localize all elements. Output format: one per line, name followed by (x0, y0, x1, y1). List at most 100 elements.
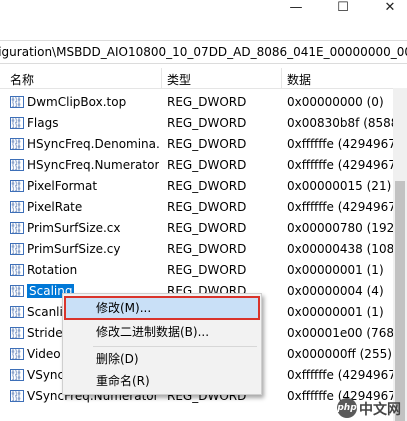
list-item[interactable]: 010 110 PrimSurfSize.cy REG_DWORD 0x00000438… (0, 239, 393, 260)
value-data: 0x00000780 (1920) (287, 221, 393, 235)
menu-item-label: 修改(M)... (96, 301, 152, 315)
watermark-logo: php 中文网 (337, 397, 403, 419)
value-type: REG_DWORD (167, 179, 247, 193)
value-data: 0x00000438 (1080) (287, 242, 393, 256)
scrollbar-thumb[interactable] (395, 181, 405, 421)
menu-item-delete[interactable]: 删除(D) (65, 348, 259, 370)
value-name-text: Scanli (27, 305, 63, 319)
value-name: PixelRate (27, 199, 159, 215)
svg-text:110: 110 (12, 355, 21, 361)
value-name-text: Stride (27, 326, 63, 340)
value-data: 0x00000001 (1) (287, 305, 384, 319)
value-name-text: Rotation (27, 263, 78, 277)
value-name: Rotation (27, 262, 159, 278)
menu-item-label: 删除(D) (96, 352, 139, 366)
reg-binary-icon: 010 110 (10, 222, 24, 235)
reg-binary-icon: 010 110 (10, 348, 24, 361)
value-name-text: Video (27, 347, 61, 361)
reg-binary-icon: 010 110 (10, 159, 24, 172)
value-type: REG_DWORD (167, 200, 247, 214)
value-type: REG_DWORD (167, 95, 247, 109)
value-name: PixelFormat (27, 178, 159, 194)
list-item[interactable]: 010110Flags REG_DWORD 0x00830b8f (85881 (0, 113, 393, 134)
registry-path-bar[interactable]: figuration\MSBDD_AIO10800_10_07DD_AD_808… (0, 40, 407, 64)
svg-text:110: 110 (12, 187, 21, 193)
list-item[interactable]: 010 110 HSyncFreq.Denomina... REG_DWORD 0xff… (0, 134, 393, 155)
maximize-button[interactable]: ☐ (326, 0, 360, 18)
value-data: 0xffffffe (4294967 (287, 368, 393, 382)
column-data-header[interactable]: 数据 (287, 71, 311, 88)
value-data: 0x00830b8f (85881 (287, 116, 393, 130)
menu-item-rename[interactable]: 重命名(R) (65, 370, 259, 392)
column-header: 名称 类型 数据 (0, 68, 407, 89)
list-item[interactable]: 010 110 HSyncFreq.Numerator REG_DWORD 0xffff… (0, 155, 393, 176)
value-type: REG_DWORD (167, 263, 247, 277)
svg-text:110: 110 (12, 334, 21, 340)
value-name: PrimSurfSize.cy (27, 241, 159, 257)
svg-text:110: 110 (12, 145, 21, 151)
column-name-header[interactable]: 名称 (10, 71, 34, 88)
value-name-text: VSync (27, 368, 65, 382)
menu-item-modify[interactable]: 修改(M)... (64, 296, 260, 320)
menu-item-label: 修改二进制数据(B)... (96, 325, 210, 339)
reg-binary-icon: 010 110 (10, 201, 24, 214)
svg-text:110: 110 (12, 397, 21, 403)
close-button[interactable]: ✕ (373, 0, 407, 18)
reg-binary-icon: 010 110 (10, 243, 24, 256)
svg-text:110: 110 (12, 208, 21, 214)
watermark-text: 中文网 (359, 402, 401, 418)
svg-text:110: 110 (12, 229, 21, 235)
value-data: 0x00000015 (21) (287, 179, 392, 193)
watermark-circle: php (337, 398, 357, 418)
reg-binary-icon: 010 110 (10, 390, 24, 403)
value-type: REG_DWORD (167, 158, 247, 172)
value-name-text: HSyncFreq.Denomina... (27, 137, 159, 151)
svg-text:110: 110 (12, 250, 21, 256)
reg-binary-icon: 010 110 (10, 285, 24, 298)
value-data: 0x00000000 (0) (287, 95, 384, 109)
list-item[interactable]: 010 110 Rotation REG_DWORD 0x00000001 (1) (0, 260, 393, 281)
value-name: HSyncFreq.Denomina... (27, 136, 159, 152)
value-data: 0xffffffe (4294967 (287, 158, 393, 172)
title-bar: — ☐ ✕ (0, 0, 407, 18)
column-type-header[interactable]: 类型 (167, 71, 191, 88)
value-type: REG_DWORD (167, 242, 247, 256)
svg-text:110: 110 (12, 166, 21, 172)
svg-text:110: 110 (12, 292, 21, 298)
reg-binary-icon: 010 110 (10, 306, 24, 319)
value-data: 0x00000001 (1) (287, 263, 384, 277)
value-name-text: Flags (27, 116, 59, 130)
menu-separator (93, 346, 257, 347)
svg-text:110: 110 (12, 313, 21, 319)
value-data: 0xffffffe (4294967 (287, 200, 393, 214)
menu-item-modify-binary[interactable]: 修改二进制数据(B)... (65, 321, 259, 343)
list-item[interactable]: 010 110 DwmClipBox.top REG_DWORD 0x00000000 … (0, 92, 393, 113)
value-type: REG_DWORD (167, 116, 247, 130)
value-data: 0xffffffe (4294967 (287, 137, 393, 151)
menu-item-label: 重命名(R) (96, 374, 150, 388)
list-item[interactable]: 010 110 PrimSurfSize.cx REG_DWORD 0x00000780… (0, 218, 393, 239)
list-item[interactable]: 010 110 PixelFormat REG_DWORD 0x00000015 (21… (0, 176, 393, 197)
value-name-text: HSyncFreq.Numerator (27, 158, 159, 172)
value-name: DwmClipBox.top (27, 94, 159, 110)
value-name-text: PrimSurfSize.cx (27, 221, 121, 235)
column-divider[interactable] (161, 68, 162, 88)
reg-binary-icon: 010 110 (10, 180, 24, 193)
column-divider[interactable] (281, 68, 282, 88)
registry-path: figuration\MSBDD_AIO10800_10_07DD_AD_808… (0, 45, 407, 59)
reg-binary-icon: 010 110 (10, 117, 24, 130)
value-name-text: PixelRate (27, 200, 83, 214)
list-item[interactable]: 010 110 PixelRate REG_DWORD 0xffffffe (42949… (0, 197, 393, 218)
svg-text:110: 110 (12, 103, 21, 109)
minimize-button[interactable]: — (279, 0, 313, 18)
value-name-text: PixelFormat (27, 179, 98, 193)
reg-binary-icon: 010 110 (10, 369, 24, 382)
value-name: PrimSurfSize.cx (27, 220, 159, 236)
value-data: 0x00001e00 (7680) (287, 326, 393, 340)
vertical-scrollbar[interactable] (393, 88, 407, 421)
value-data: 0x000000ff (255) (287, 347, 392, 361)
svg-text:110: 110 (12, 124, 21, 130)
reg-binary-icon: 010 110 (10, 96, 24, 109)
value-name-text: DwmClipBox.top (27, 95, 127, 109)
value-type: REG_DWORD (167, 137, 247, 151)
